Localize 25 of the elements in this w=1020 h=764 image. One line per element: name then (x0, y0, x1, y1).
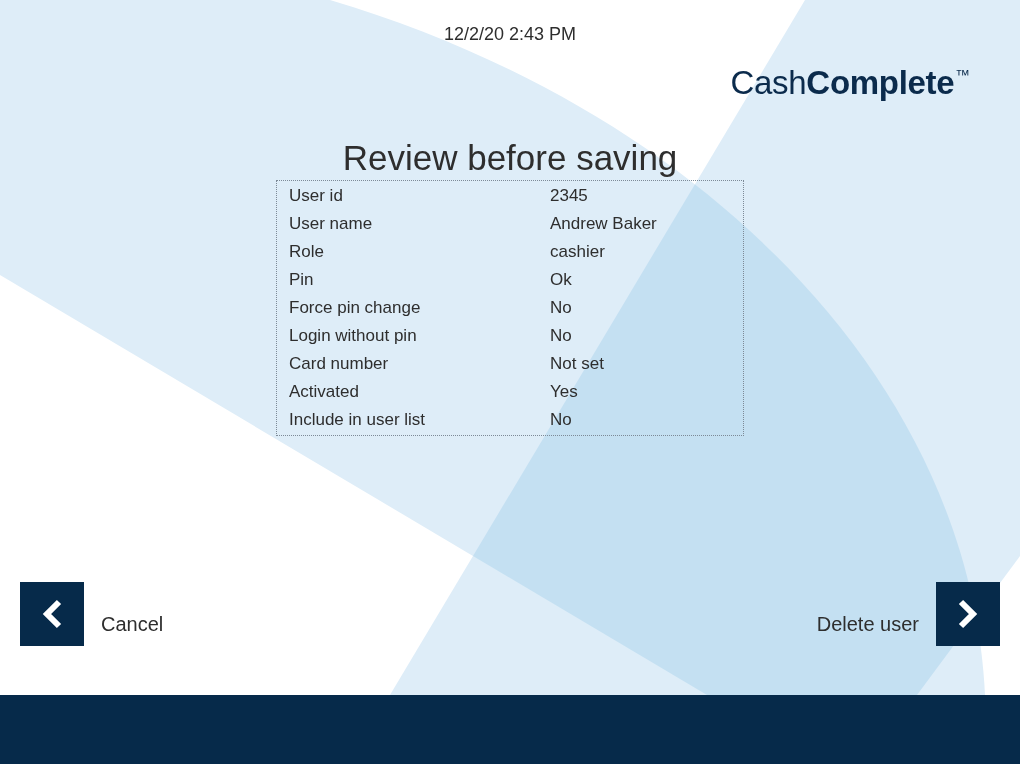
field-label: Activated (289, 381, 360, 403)
field-label: Pin (289, 269, 315, 291)
field-value: Not set (550, 353, 605, 375)
cancel-button[interactable]: Cancel (20, 582, 164, 646)
field-value: No (550, 409, 573, 431)
field-value: 2345 (550, 185, 589, 207)
field-value: No (550, 325, 573, 347)
field-label: Login without pin (289, 325, 418, 347)
field-label: Role (289, 241, 325, 263)
field-value: No (550, 297, 573, 319)
page-title: Review before saving (342, 137, 678, 179)
chevron-right-icon (936, 582, 1000, 646)
field-value: Andrew Baker (550, 213, 658, 235)
date-time: 12/2/20 2:43 PM (443, 24, 577, 44)
field-label: User name (289, 213, 374, 235)
delete-user-button[interactable]: Delete user (816, 582, 1000, 646)
field-label: Force pin change (289, 297, 422, 319)
field-value: cashier (550, 241, 606, 263)
field-label: User id (289, 185, 344, 207)
brand-logo: CashComplete$^{™}$ (730, 63, 970, 101)
chevron-left-icon (20, 582, 84, 646)
field-label: Include in user list (289, 409, 427, 431)
field-value: Yes (550, 381, 579, 403)
field-label: Card number (289, 353, 390, 375)
field-value: Ok (550, 269, 573, 291)
